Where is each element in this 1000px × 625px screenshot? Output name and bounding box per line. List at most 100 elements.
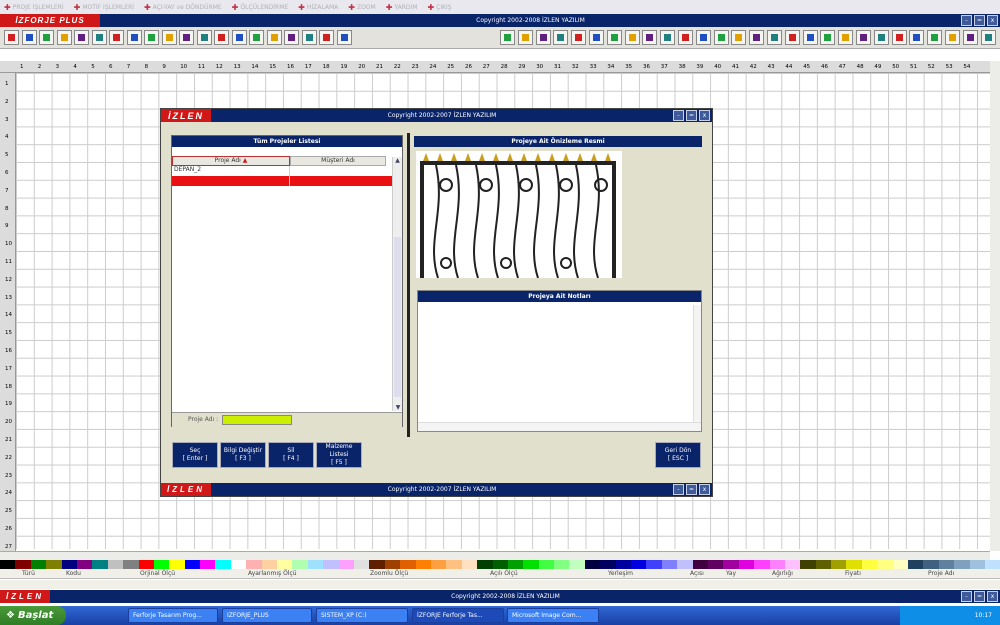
- menu-item-0[interactable]: ✚ PROJE İŞLEMLERİ: [4, 3, 64, 12]
- tool-button-icon[interactable]: [909, 30, 925, 45]
- tool-button-icon[interactable]: [179, 30, 194, 45]
- notes-horizontal-scrollbar[interactable]: [418, 422, 701, 431]
- palette-swatch[interactable]: [369, 560, 385, 569]
- select-button[interactable]: Seç[ Enter ]: [172, 442, 218, 468]
- tool-button-icon[interactable]: [161, 30, 177, 45]
- palette-swatch[interactable]: [215, 560, 231, 569]
- canvas-horizontal-scrollbar[interactable]: [0, 551, 990, 560]
- tool-button-icon[interactable]: [144, 30, 159, 45]
- menu-item-3[interactable]: ✚ ÖLÇÜLENDİRME: [232, 3, 289, 12]
- palette-swatch[interactable]: [292, 560, 308, 569]
- taskbar-task[interactable]: İZFORJE Ferforje Tas...: [412, 608, 504, 623]
- palette-swatch[interactable]: [815, 560, 832, 569]
- menu-item-1[interactable]: ✚ MOTİF İŞLEMLERİ: [74, 3, 134, 12]
- palette-swatch[interactable]: [307, 560, 324, 569]
- app-maximize-button[interactable]: =: [974, 15, 985, 26]
- palette-swatch[interactable]: [353, 560, 370, 569]
- palette-swatch[interactable]: [123, 560, 139, 569]
- tool-button-icon[interactable]: [945, 30, 960, 45]
- palette-swatch[interactable]: [969, 560, 985, 569]
- palette-swatch[interactable]: [323, 560, 339, 569]
- palette-swatch[interactable]: [400, 560, 416, 569]
- palette-swatch[interactable]: [30, 560, 47, 569]
- tool-button-icon[interactable]: [231, 30, 247, 45]
- palette-swatch[interactable]: [538, 560, 555, 569]
- scroll-down-icon[interactable]: ▼: [393, 404, 403, 411]
- palette-swatch[interactable]: [338, 560, 354, 569]
- palette-swatch[interactable]: [892, 560, 909, 569]
- bottom-minimize-button[interactable]: -: [961, 591, 972, 602]
- tool-button-icon[interactable]: [266, 30, 282, 45]
- palette-swatch[interactable]: [954, 560, 970, 569]
- project-name-input[interactable]: [222, 415, 292, 425]
- tool-button-icon[interactable]: [319, 30, 334, 45]
- tool-button-icon[interactable]: [695, 30, 711, 45]
- dialog-footer-close-button[interactable]: x: [699, 484, 710, 495]
- tool-button-icon[interactable]: [856, 30, 871, 45]
- palette-swatch[interactable]: [507, 560, 524, 569]
- dialog-footer-minimize-button[interactable]: -: [673, 484, 684, 495]
- table-row[interactable]: DEPAN_2: [172, 166, 402, 176]
- column-customer-name[interactable]: Müşteri Adı: [290, 156, 386, 166]
- tool-button-icon[interactable]: [301, 30, 317, 45]
- palette-swatch[interactable]: [908, 560, 924, 569]
- palette-swatch[interactable]: [200, 560, 216, 569]
- tool-button-icon[interactable]: [571, 30, 587, 45]
- palette-swatch[interactable]: [861, 560, 878, 569]
- project-list-scrollbar[interactable]: ▲ ▼: [392, 157, 402, 411]
- palette-swatch[interactable]: [692, 560, 708, 569]
- palette-swatch[interactable]: [661, 560, 678, 569]
- tool-button-icon[interactable]: [74, 30, 89, 45]
- tool-button-icon[interactable]: [713, 30, 729, 45]
- palette-swatch[interactable]: [985, 560, 1000, 569]
- palette-swatch[interactable]: [769, 560, 785, 569]
- palette-swatch[interactable]: [169, 560, 185, 569]
- tool-button-icon[interactable]: [126, 30, 142, 45]
- palette-swatch[interactable]: [646, 560, 662, 569]
- tool-button-icon[interactable]: [336, 30, 352, 45]
- tool-button-icon[interactable]: [980, 30, 996, 45]
- tool-button-icon[interactable]: [196, 30, 212, 45]
- tool-button-icon[interactable]: [56, 30, 72, 45]
- palette-swatch[interactable]: [723, 560, 739, 569]
- palette-swatch[interactable]: [446, 560, 462, 569]
- tool-button-icon[interactable]: [535, 30, 551, 45]
- tool-button-icon[interactable]: [21, 30, 37, 45]
- palette-swatch[interactable]: [76, 560, 93, 569]
- tool-button-icon[interactable]: [873, 30, 889, 45]
- tool-button-icon[interactable]: [4, 30, 19, 45]
- palette-swatch[interactable]: [754, 560, 770, 569]
- palette-swatch[interactable]: [492, 560, 508, 569]
- palette-swatch[interactable]: [415, 560, 431, 569]
- menu-item-5[interactable]: ✚ ZOOM: [348, 3, 375, 12]
- taskbar-task[interactable]: Microsoft Image Com...: [507, 608, 599, 623]
- dialog-minimize-button[interactable]: -: [673, 110, 684, 121]
- palette-swatch[interactable]: [846, 560, 862, 569]
- tool-button-icon[interactable]: [660, 30, 676, 45]
- notes-scrollbar[interactable]: [693, 305, 701, 422]
- tool-button-icon[interactable]: [767, 30, 782, 45]
- palette-swatch[interactable]: [738, 560, 755, 569]
- tool-button-icon[interactable]: [39, 30, 54, 45]
- tool-button-icon[interactable]: [606, 30, 622, 45]
- tool-button-icon[interactable]: [553, 30, 569, 45]
- palette-swatch[interactable]: [261, 560, 278, 569]
- palette-swatch[interactable]: [477, 560, 493, 569]
- dialog-close-button[interactable]: x: [699, 110, 710, 121]
- palette-swatch[interactable]: [153, 560, 170, 569]
- tool-button-icon[interactable]: [642, 30, 658, 45]
- palette-swatch[interactable]: [246, 560, 262, 569]
- palette-swatch[interactable]: [15, 560, 31, 569]
- tool-button-icon[interactable]: [517, 30, 533, 45]
- tool-button-icon[interactable]: [500, 30, 515, 45]
- tool-button-icon[interactable]: [927, 30, 943, 45]
- palette-swatch[interactable]: [569, 560, 585, 569]
- palette-swatch[interactable]: [800, 560, 816, 569]
- tool-button-icon[interactable]: [589, 30, 604, 45]
- palette-swatch[interactable]: [107, 560, 124, 569]
- column-project-name[interactable]: Proje Adı ▲: [172, 156, 290, 166]
- bottom-close-button[interactable]: x: [987, 591, 998, 602]
- palette-swatch[interactable]: [277, 560, 293, 569]
- tool-button-icon[interactable]: [784, 30, 800, 45]
- menu-item-4[interactable]: ✚ HİZALAMA: [298, 3, 338, 12]
